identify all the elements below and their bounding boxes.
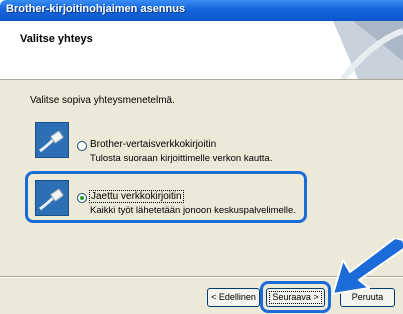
wizard-header: Valitse yhteys: [0, 21, 403, 80]
title-bar[interactable]: Brother-kirjoitinohjaimen asennus: [0, 0, 403, 21]
radio-peer-to-peer[interactable]: [77, 141, 87, 151]
brother-graphic-icon: [333, 21, 403, 79]
window-title: Brother-kirjoitinohjaimen asennus: [6, 3, 186, 15]
instruction-text: Valitse sopiva yhteysmenetelmä.: [30, 95, 175, 106]
page-title: Valitse yhteys: [20, 33, 93, 45]
installer-window: Brother-kirjoitinohjaimen asennus Valits…: [0, 0, 403, 314]
option-shared-network-description: Kaikki työt lähetetään jonoon keskuspalv…: [90, 205, 296, 216]
radio-shared-network[interactable]: [77, 193, 87, 203]
next-button[interactable]: Seuraava >: [266, 288, 325, 307]
network-cable-icon: [35, 122, 69, 158]
option-peer-to-peer-description: Tulosta suoraan kirjoittimelle verkon ka…: [90, 153, 273, 164]
back-button[interactable]: < Edellinen: [207, 288, 260, 307]
network-cable-icon: [35, 180, 69, 216]
option-shared-network-label[interactable]: Jaettu verkkokirjoitin: [89, 190, 184, 203]
pointer-arrow-icon: [332, 238, 403, 295]
option-peer-to-peer-label[interactable]: Brother-vertaisverkkokirjoitin: [90, 139, 216, 150]
